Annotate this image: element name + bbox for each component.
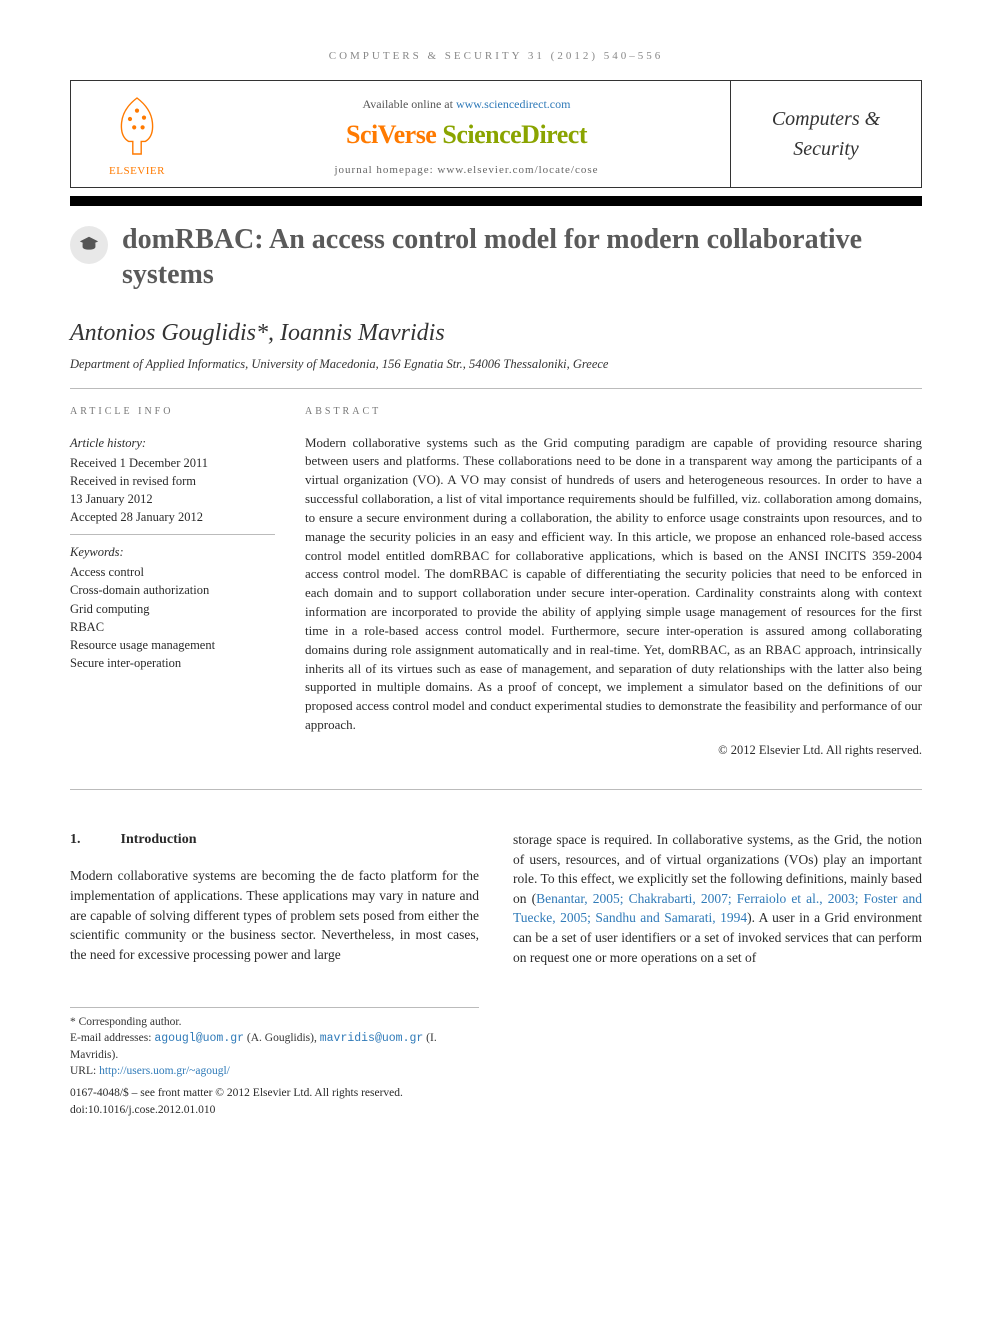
footer-doi: doi:10.1016/j.cose.2012.01.010: [70, 1102, 922, 1118]
journal-header: ELSEVIER Available online at www.science…: [70, 80, 922, 188]
email-link[interactable]: mavridis@uom.gr: [320, 1032, 424, 1045]
affiliation: Department of Applied Informatics, Unive…: [70, 357, 922, 372]
keyword: Secure inter-operation: [70, 654, 275, 672]
email-link[interactable]: agougl@uom.gr: [154, 1032, 244, 1045]
publisher-label: ELSEVIER: [109, 165, 165, 177]
history-received: Received 1 December 2011: [70, 454, 275, 472]
abstract-label: ABSTRACT: [305, 405, 922, 420]
keyword: Cross-domain authorization: [70, 581, 275, 599]
info-divider: [70, 534, 275, 535]
footer: 0167-4048/$ – see front matter © 2012 El…: [70, 1085, 922, 1117]
keyword: Grid computing: [70, 600, 275, 618]
footer-copyright: 0167-4048/$ – see front matter © 2012 El…: [70, 1085, 922, 1101]
article-title: domRBAC: An access control model for mod…: [122, 222, 922, 292]
journal-name: Computers & Security: [741, 104, 911, 164]
sciverse-brand: SciVerse ScienceDirect: [346, 120, 587, 150]
corresponding-author: * Corresponding author.: [70, 1014, 479, 1030]
available-online: Available online at www.sciencedirect.co…: [363, 97, 571, 112]
graduation-cap-icon: [70, 226, 108, 264]
history-revised-label: Received in revised form: [70, 472, 275, 490]
section-number: 1.: [70, 830, 81, 850]
journal-homepage: journal homepage: www.elsevier.com/locat…: [335, 164, 599, 176]
url-line: URL: http://users.uom.gr/~agougl/: [70, 1063, 479, 1079]
abstract-copyright: © 2012 Elsevier Ltd. All rights reserved…: [305, 741, 922, 759]
authors: Antonios Gouglidis*, Ioannis Mavridis: [70, 320, 922, 347]
url-label: URL:: [70, 1065, 99, 1077]
available-prefix: Available online at: [363, 97, 456, 111]
author-url-link[interactable]: http://users.uom.gr/~agougl/: [99, 1065, 230, 1077]
section-heading: 1. Introduction: [70, 830, 479, 850]
footnotes: * Corresponding author. E-mail addresses…: [70, 1007, 479, 1079]
emails-label: E-mail addresses:: [70, 1032, 154, 1044]
history-accepted: Accepted 28 January 2012: [70, 508, 275, 526]
publisher-block: ELSEVIER: [71, 81, 203, 187]
article-info-label: ARTICLE INFO: [70, 405, 275, 420]
divider: [70, 388, 922, 389]
abstract-column: ABSTRACT Modern collaborative systems su…: [305, 405, 922, 759]
history-revised-date: 13 January 2012: [70, 490, 275, 508]
body-left-column: 1. Introduction Modern collaborative sys…: [70, 830, 479, 967]
history-label: Article history:: [70, 434, 275, 452]
brand-left: SciVerse: [346, 120, 442, 149]
email-name: (A. Gouglidis),: [244, 1032, 320, 1044]
body-paragraph: Modern collaborative systems are becomin…: [70, 866, 479, 964]
separator-bar: [70, 196, 922, 206]
abstract-text: Modern collaborative systems such as the…: [305, 434, 922, 736]
sciencedirect-link[interactable]: www.sciencedirect.com: [456, 97, 571, 111]
brand-right: ScienceDirect: [442, 120, 587, 149]
section-title: Introduction: [121, 830, 197, 850]
body-right-column: storage space is required. In collaborat…: [513, 830, 922, 967]
article-info-column: ARTICLE INFO Article history: Received 1…: [70, 405, 275, 759]
keyword: Resource usage management: [70, 636, 275, 654]
divider: [70, 789, 922, 790]
keyword: Access control: [70, 563, 275, 581]
keyword: RBAC: [70, 618, 275, 636]
keywords-label: Keywords:: [70, 543, 275, 561]
elsevier-tree-icon: [102, 91, 172, 161]
emails-line: E-mail addresses: agougl@uom.gr (A. Goug…: [70, 1030, 479, 1063]
running-head: COMPUTERS & SECURITY 31 (2012) 540–556: [70, 50, 922, 62]
